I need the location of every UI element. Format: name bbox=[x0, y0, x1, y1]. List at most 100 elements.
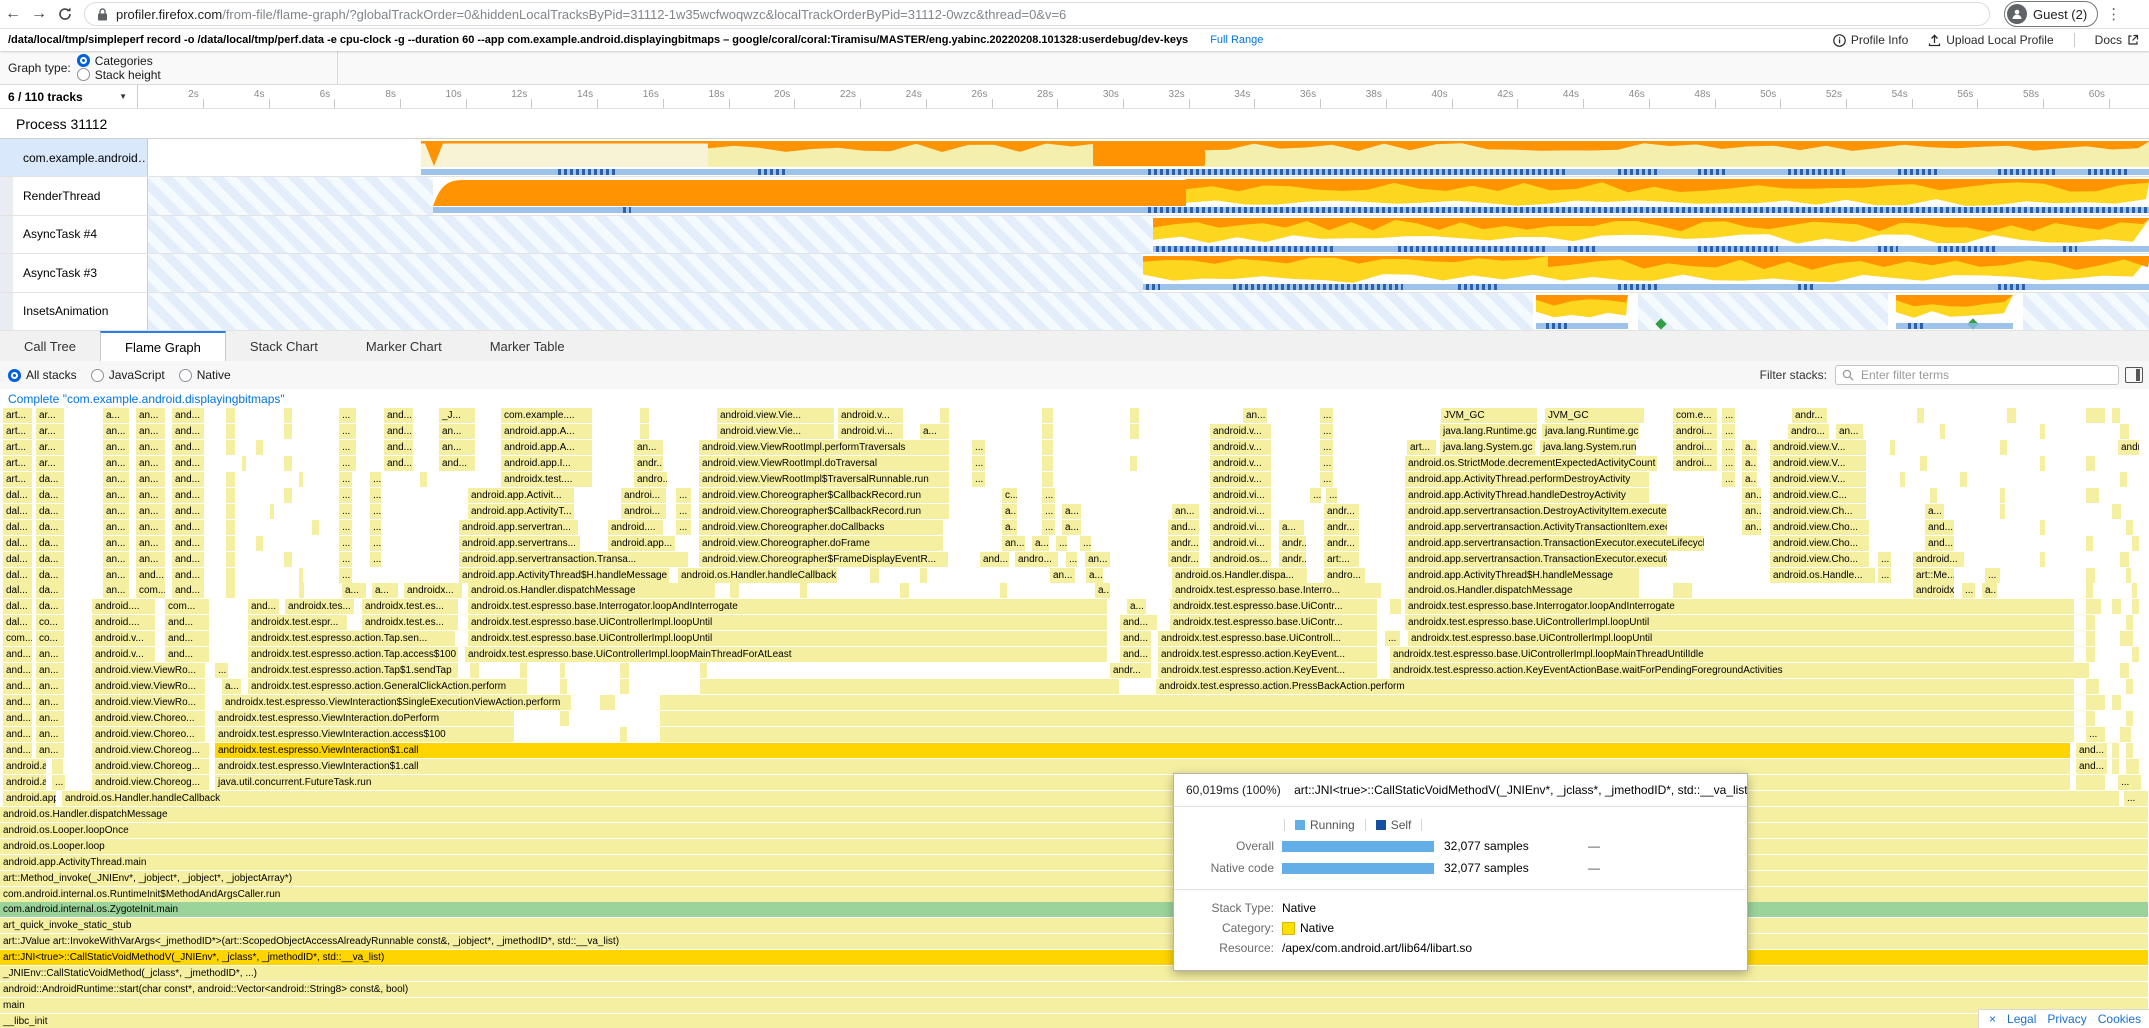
flame-segment[interactable] bbox=[1673, 583, 1692, 598]
flame-segment[interactable] bbox=[1940, 424, 1945, 439]
flame-segment[interactable]: android.app.A... bbox=[501, 440, 592, 455]
flame-segment[interactable]: and... bbox=[172, 488, 204, 503]
flame-segment[interactable]: dal... bbox=[3, 552, 32, 567]
upload-profile-button[interactable]: Upload Local Profile bbox=[1928, 33, 2053, 47]
flame-segment[interactable]: ... bbox=[339, 408, 356, 423]
flame-segment[interactable] bbox=[226, 424, 235, 439]
flame-segment[interactable]: an... bbox=[36, 679, 64, 694]
flame-segment[interactable] bbox=[226, 536, 235, 551]
flame-segment[interactable]: an... bbox=[136, 472, 165, 487]
flame-segment[interactable]: andro... bbox=[1324, 568, 1365, 583]
flame-segment[interactable]: ... bbox=[1042, 504, 1055, 519]
flame-segment[interactable]: da... bbox=[36, 520, 64, 535]
flame-segment[interactable] bbox=[900, 583, 909, 598]
flame-segment[interactable]: android.v... bbox=[92, 631, 155, 646]
flame-segment[interactable] bbox=[2132, 647, 2139, 662]
flame-segment[interactable]: an... bbox=[136, 504, 165, 519]
flame-segment[interactable]: and... bbox=[384, 440, 413, 455]
flame-segment[interactable] bbox=[2086, 568, 2095, 583]
guest-chip[interactable]: Guest (2) bbox=[2004, 1, 2098, 27]
flame-segment[interactable]: androidx.test.espresso.action.KeyEvent..… bbox=[1158, 663, 1377, 678]
flame-segment[interactable]: android.os.Handler.dispatchMessage bbox=[468, 583, 715, 598]
flame-segment[interactable]: da... bbox=[36, 472, 64, 487]
flame-segment[interactable]: com... bbox=[136, 583, 165, 598]
flame-segment[interactable]: an... bbox=[136, 520, 165, 535]
flame-segment[interactable]: android.view.Choreo... bbox=[92, 711, 205, 726]
flame-segment[interactable]: ... bbox=[2118, 775, 2141, 790]
flame-segment[interactable] bbox=[2120, 472, 2127, 487]
flame-segment[interactable] bbox=[700, 663, 707, 678]
full-range-link[interactable]: Full Range bbox=[1210, 34, 1263, 46]
flame-segment[interactable]: ... bbox=[2086, 727, 2105, 742]
flame-segment[interactable]: a... bbox=[1742, 456, 1757, 471]
flame-segment[interactable] bbox=[2086, 615, 2095, 630]
flame-segment[interactable]: android.view.ViewRootImpl$TraversalRunna… bbox=[699, 472, 949, 487]
flame-segment[interactable]: androidx.test.espresso.action.Tap$1.send… bbox=[248, 663, 458, 678]
flame-segment[interactable] bbox=[520, 663, 527, 678]
flame-segment[interactable]: android.os.StrictMode.decrementExpectedA… bbox=[1405, 456, 1657, 471]
flame-segment[interactable]: da... bbox=[36, 504, 64, 519]
flame-segment[interactable]: android.view.ViewRo... bbox=[92, 663, 205, 678]
flame-segment[interactable]: androidx.test.espresso.ViewInteraction.d… bbox=[215, 711, 514, 726]
stack-filter-native[interactable]: Native bbox=[179, 368, 231, 382]
flame-segment[interactable]: andr... bbox=[1324, 504, 1359, 519]
flame-segment[interactable] bbox=[2120, 424, 2129, 439]
flame-segment[interactable]: a... bbox=[342, 583, 366, 598]
flame-segment[interactable] bbox=[2086, 631, 2095, 646]
flame-segment[interactable]: an... bbox=[1050, 568, 1075, 583]
flame-segment[interactable]: ... bbox=[1320, 456, 1333, 471]
flame-segment[interactable]: ... bbox=[1080, 536, 1091, 551]
flame-segment[interactable] bbox=[800, 583, 807, 598]
flame-segment[interactable]: android.app.I... bbox=[501, 456, 592, 471]
flame-segment[interactable]: android.v... bbox=[1210, 472, 1271, 487]
flame-segment[interactable]: an... bbox=[36, 695, 64, 710]
track-activity-graph[interactable] bbox=[148, 177, 2149, 214]
flame-segment[interactable]: android.os.Looper.loop bbox=[0, 839, 2148, 854]
flame-segment[interactable] bbox=[2126, 711, 2133, 726]
flame-segment[interactable] bbox=[2086, 599, 2101, 614]
flame-segment[interactable]: android.v... bbox=[1210, 456, 1271, 471]
flame-segment[interactable]: and... bbox=[980, 552, 1009, 567]
track-row-asynctask-4[interactable]: AsyncTask #4 bbox=[0, 216, 2149, 254]
flame-segment[interactable] bbox=[870, 568, 879, 583]
flame-segment[interactable] bbox=[2040, 552, 2045, 567]
flame-segment[interactable]: android.app.ActivityThread.performDestro… bbox=[1405, 472, 1649, 487]
flame-segment[interactable] bbox=[2132, 599, 2139, 614]
tab-stack-chart[interactable]: Stack Chart bbox=[226, 331, 342, 361]
flame-segment[interactable]: ... bbox=[676, 520, 691, 535]
graph-type-option-categories[interactable]: Categories bbox=[77, 54, 161, 68]
track-activity-graph[interactable] bbox=[148, 254, 2149, 291]
menu-kebab-icon[interactable]: ⋮ bbox=[2106, 5, 2121, 23]
flame-segment[interactable]: andr... bbox=[1168, 536, 1199, 551]
flame-segment[interactable]: androidx.test.espresso.base.UiController… bbox=[1405, 615, 2074, 630]
flame-segment[interactable]: JVM_GC bbox=[1441, 408, 1537, 423]
flame-segment[interactable]: androidx.test.espresso.ViewInteraction$1… bbox=[215, 743, 2070, 758]
flame-segment[interactable]: JVM_GC bbox=[1545, 408, 1644, 423]
flame-segment[interactable]: android.... bbox=[92, 615, 155, 630]
flame-segment[interactable]: andr... bbox=[634, 456, 663, 471]
flame-segment[interactable]: ... bbox=[215, 663, 228, 678]
track-reorder-handle[interactable] bbox=[0, 177, 13, 214]
flame-segment[interactable]: android.app... bbox=[608, 536, 675, 551]
flame-segment[interactable]: __libc_init bbox=[0, 1014, 2148, 1028]
flame-segment[interactable]: androidx.test.espresso.action.KeyEventAc… bbox=[1390, 663, 2089, 678]
flame-segment[interactable]: com.example.... bbox=[501, 408, 592, 423]
flame-segment[interactable]: androidx.test.espresso.action.Tap.access… bbox=[248, 647, 458, 662]
track-reorder-handle[interactable] bbox=[0, 293, 13, 330]
flame-segment[interactable]: da... bbox=[36, 583, 64, 598]
flame-segment[interactable] bbox=[2112, 408, 2120, 423]
flame-segment[interactable]: ... bbox=[1878, 552, 1891, 567]
stack-filter-javascript[interactable]: JavaScript bbox=[91, 368, 165, 382]
flame-segment[interactable]: android.view.ViewRo... bbox=[92, 679, 205, 694]
flame-segment[interactable]: ... bbox=[1722, 440, 1735, 455]
flame-segment[interactable]: an... bbox=[103, 440, 129, 455]
flame-segment[interactable]: android.v... bbox=[1210, 440, 1271, 455]
flame-segment[interactable]: art... bbox=[3, 440, 32, 455]
flame-segment[interactable] bbox=[640, 408, 649, 423]
flame-segment[interactable]: android.view.V... bbox=[1770, 440, 1866, 455]
flame-segment[interactable]: a... bbox=[1095, 583, 1110, 598]
flame-segment[interactable] bbox=[284, 408, 292, 423]
flame-segment[interactable]: java.lang.Runtime.gc bbox=[1542, 424, 1639, 439]
flame-segment[interactable]: dal... bbox=[3, 568, 32, 583]
flame-segment[interactable]: ... bbox=[339, 424, 356, 439]
